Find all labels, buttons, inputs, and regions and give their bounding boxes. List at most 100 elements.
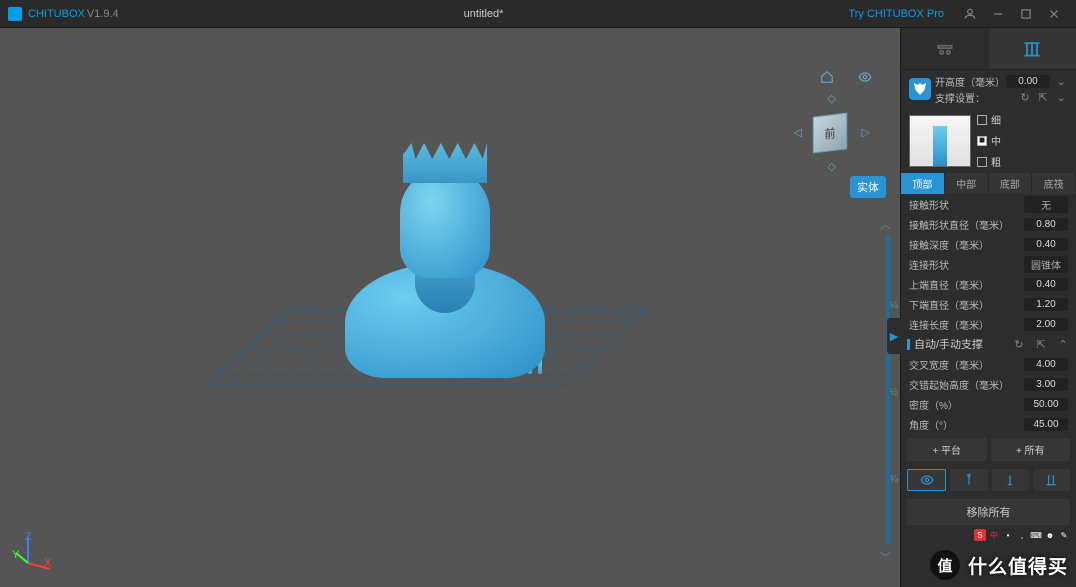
- param-label: 接触深度（毫米）: [909, 237, 1024, 252]
- preset-thin-radio[interactable]: 细: [977, 112, 1068, 127]
- home-view-icon[interactable]: [820, 70, 834, 87]
- view-cube[interactable]: 前: [813, 113, 847, 154]
- document-title: untitled*: [119, 8, 849, 20]
- refresh-icon[interactable]: ↻: [1018, 90, 1032, 104]
- chevron-up-icon[interactable]: ⌃: [1056, 337, 1070, 351]
- app-name: CHITUBOX: [28, 8, 85, 20]
- param-label: 接触形状: [909, 197, 1024, 212]
- param-label: 交叉宽度（毫米）: [909, 357, 1024, 372]
- auto-support-label: 自动/手动支撑: [914, 336, 1004, 352]
- param-label: 下端直径（毫米）: [909, 297, 1024, 312]
- param-input[interactable]: 4.00: [1024, 358, 1068, 371]
- remove-support-tool-button[interactable]: [992, 469, 1029, 491]
- panel-collapse-button[interactable]: ▶: [887, 318, 901, 354]
- minimize-button[interactable]: [984, 0, 1012, 28]
- param-input[interactable]: 2.00: [1024, 318, 1068, 331]
- perspective-icon[interactable]: [858, 70, 872, 87]
- param-input[interactable]: 50.00: [1024, 398, 1068, 411]
- param-row: 下端直径（毫米）1.20: [901, 294, 1076, 314]
- close-button[interactable]: [1040, 0, 1068, 28]
- auto-param-row: 密度（%）50.00: [901, 394, 1076, 414]
- param-input[interactable]: 1.20: [1024, 298, 1068, 311]
- chevron-down-icon[interactable]: ⌄: [1054, 74, 1068, 88]
- add-support-tool-button[interactable]: [950, 469, 987, 491]
- axis-gizmo: Z X Y: [14, 533, 54, 573]
- support-section-tabs: 顶部 中部 底部 底筏: [901, 173, 1076, 194]
- try-pro-link[interactable]: Try CHITUBOX Pro: [848, 8, 944, 20]
- param-input[interactable]: 3.00: [1024, 378, 1068, 391]
- account-icon[interactable]: [956, 0, 984, 28]
- param-label: 密度（%）: [909, 397, 1024, 412]
- display-mode-badge[interactable]: 实体: [850, 176, 886, 198]
- auto-param-row: 交错起始高度（毫米）3.00: [901, 374, 1076, 394]
- profile-icon: [909, 78, 931, 100]
- app-version: V1.9.4: [87, 8, 119, 20]
- param-input[interactable]: 0.80: [1024, 218, 1068, 231]
- clip-mark-2: ½: [890, 387, 898, 398]
- param-row: 连接形状圆锥体: [901, 254, 1076, 274]
- edit-support-tool-button[interactable]: [1033, 469, 1070, 491]
- param-row: 连接长度（毫米）2.00: [901, 314, 1076, 334]
- param-label: 角度（°）: [909, 417, 1024, 432]
- clip-mark-3: ¾: [890, 474, 898, 485]
- clip-mark-1: ¼: [890, 300, 898, 311]
- rotate-down-icon[interactable]: ◇: [828, 160, 836, 173]
- auto-param-row: 交叉宽度（毫米）4.00: [901, 354, 1076, 374]
- tab-supports[interactable]: [989, 28, 1076, 69]
- param-label: 接触形状直径（毫米）: [909, 217, 1024, 232]
- support-settings-panel: ▶ 开高度（毫米） 0.00 ⌄: [900, 28, 1076, 587]
- param-row: 上端直径（毫米）0.40: [901, 274, 1076, 294]
- z-lift-input[interactable]: 0.00: [1006, 75, 1050, 88]
- param-row: 接触深度（毫米）0.40: [901, 234, 1076, 254]
- brand-badge-icon: 值: [930, 550, 960, 580]
- view-cube-area: ◇ ◁ ▷ ◇ 前: [774, 78, 884, 188]
- 3d-viewport[interactable]: ◇ ◁ ▷ ◇ 前 实体 ︿ ¼ ½ ¾ ﹀ Z X Y: [0, 28, 900, 587]
- rotate-right-icon[interactable]: ▷: [862, 126, 870, 139]
- param-select[interactable]: 无: [1024, 196, 1068, 213]
- auto-param-row: 角度（°）45.00: [901, 414, 1076, 434]
- preset-medium-radio[interactable]: ■中: [977, 133, 1068, 148]
- param-row: 接触形状直径（毫米）0.80: [901, 214, 1076, 234]
- param-select[interactable]: 圆锥体: [1024, 256, 1068, 273]
- support-settings-label: 支撑设置：: [935, 90, 1014, 105]
- param-input[interactable]: 0.40: [1024, 238, 1068, 251]
- param-input[interactable]: 45.00: [1024, 418, 1068, 431]
- clip-slider[interactable]: ︿ ¼ ½ ¾ ﹀: [874, 216, 900, 565]
- param-label: 上端直径（毫米）: [909, 277, 1024, 292]
- preset-thick-radio[interactable]: 粗: [977, 154, 1068, 169]
- tab-middle[interactable]: 中部: [945, 173, 989, 194]
- rotate-left-icon[interactable]: ◁: [794, 126, 802, 139]
- add-all-supports-button[interactable]: + 所有: [991, 438, 1071, 461]
- app-logo-icon: [8, 7, 22, 21]
- param-row: 接触形状无: [901, 194, 1076, 214]
- tab-raft[interactable]: 底筏: [1032, 173, 1076, 194]
- ime-icon: S: [974, 529, 986, 541]
- ime-indicator: S 中 •,⌨☻✎: [974, 529, 1070, 541]
- z-lift-label: 开高度（毫米）: [935, 74, 1006, 89]
- tab-top[interactable]: 顶部: [901, 173, 945, 194]
- section-marker-icon: [907, 339, 910, 350]
- param-label: 连接形状: [909, 257, 1024, 272]
- chevron-down-icon[interactable]: ⌄: [1054, 90, 1068, 104]
- tab-settings[interactable]: [901, 28, 989, 69]
- param-label: 交错起始高度（毫米）: [909, 377, 1024, 392]
- brand-text: 什么值得买: [968, 552, 1068, 579]
- refresh-icon[interactable]: ↻: [1012, 337, 1026, 351]
- remove-all-supports-button[interactable]: 移除所有: [907, 499, 1070, 525]
- export-icon[interactable]: ⇱: [1036, 90, 1050, 104]
- maximize-button[interactable]: [1012, 0, 1040, 28]
- add-platform-supports-button[interactable]: + 平台: [907, 438, 987, 461]
- 3d-model[interactable]: [345, 123, 545, 378]
- chevron-down-icon[interactable]: ﹀: [880, 549, 891, 565]
- param-label: 连接长度（毫米）: [909, 317, 1024, 332]
- rotate-up-icon[interactable]: ◇: [828, 92, 836, 105]
- param-input[interactable]: 0.40: [1024, 278, 1068, 291]
- titlebar: CHITUBOX V1.9.4 untitled* Try CHITUBOX P…: [0, 0, 1076, 28]
- chevron-up-icon[interactable]: ︿: [880, 216, 891, 232]
- export-icon[interactable]: ⇱: [1034, 337, 1048, 351]
- support-preview: [909, 115, 971, 167]
- watermark: 值 什么值得买: [930, 543, 1076, 587]
- tab-bottom[interactable]: 底部: [989, 173, 1033, 194]
- visibility-toggle-button[interactable]: [907, 469, 946, 491]
- axis-z-label: Z: [25, 531, 32, 543]
